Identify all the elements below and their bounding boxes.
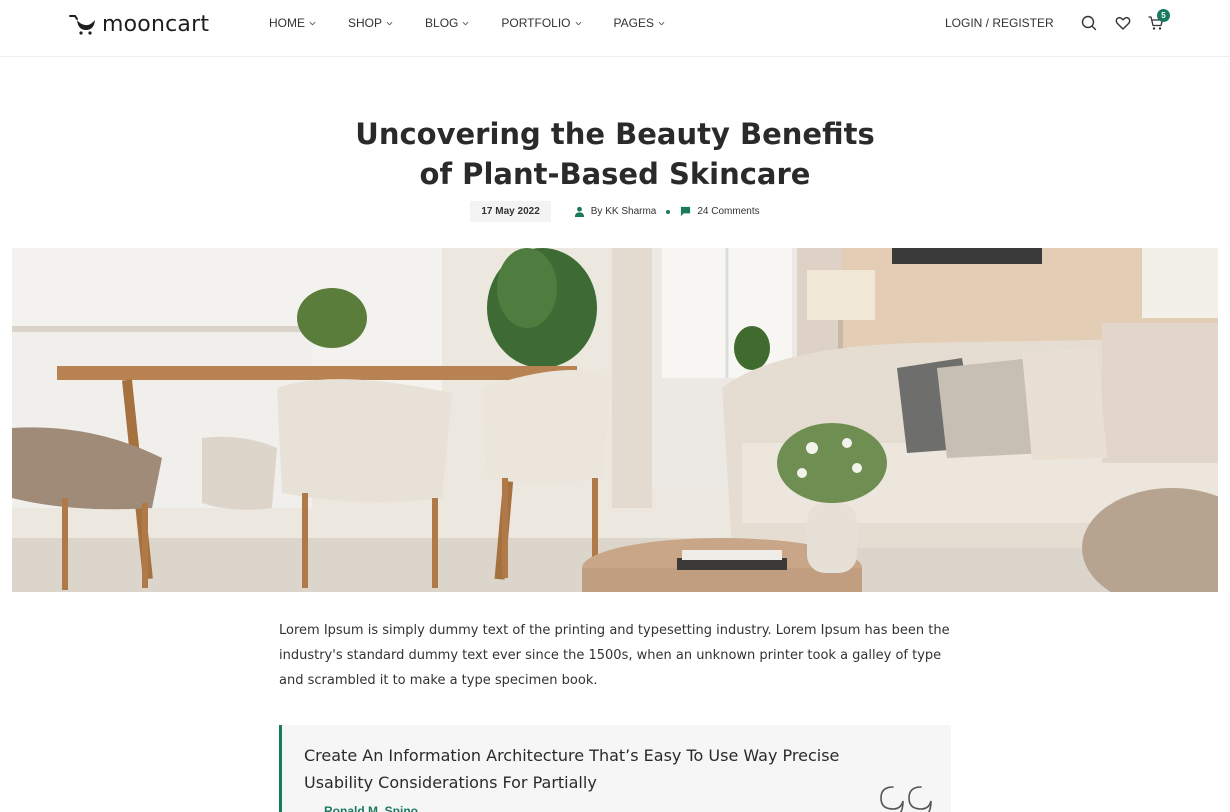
chevron-down-icon <box>386 21 393 25</box>
nav-label: BLOG <box>425 16 459 30</box>
nav-label: PORTFOLIO <box>501 16 571 30</box>
article-meta: 17 May 2022 By KK Sharma 24 Comments <box>0 201 1230 222</box>
search-icon[interactable] <box>1080 14 1098 32</box>
cart-logo-icon <box>69 15 95 35</box>
chevron-down-icon <box>575 21 581 25</box>
article-paragraph: Lorem Ipsum is simply dummy text of the … <box>279 623 950 688</box>
nav-label: SHOP <box>348 16 383 30</box>
cart-count-badge: 5 <box>1157 9 1170 22</box>
nav-home[interactable]: HOME <box>269 16 316 30</box>
title-line-1: Uncovering the Beauty Benefits <box>355 117 875 151</box>
comments-link[interactable]: 24 Comments <box>697 206 759 217</box>
heart-icon[interactable] <box>1114 14 1132 32</box>
quote-author: Ronald M. Spino <box>324 804 418 812</box>
title-line-2: of Plant-Based Skincare <box>419 157 811 191</box>
logo-text: mooncart <box>102 11 210 37</box>
nav-portfolio[interactable]: PORTFOLIO <box>501 16 581 30</box>
date-badge: 17 May 2022 <box>470 201 551 222</box>
article-title: Uncovering the Beauty Benefits of Plant-… <box>0 114 1230 194</box>
login-register-link[interactable]: LOGIN / REGISTER <box>945 16 1054 30</box>
chevron-down-icon <box>658 21 665 25</box>
nav-label: HOME <box>269 16 305 30</box>
chevron-down-icon <box>309 21 316 25</box>
comment-icon <box>681 206 691 217</box>
chevron-down-icon <box>462 21 469 25</box>
separator-dot <box>666 209 671 214</box>
user-icon <box>574 206 584 217</box>
nav-blog[interactable]: BLOG <box>425 16 469 30</box>
quote-mark-icon <box>880 786 932 812</box>
site-header: mooncart HOME SHOP BLOG PORTFOLIO PAGES … <box>0 0 1230 57</box>
nav-shop[interactable]: SHOP <box>348 16 393 30</box>
logo[interactable]: mooncart <box>68 9 209 39</box>
quote-text: Create An Information Architecture That’… <box>304 746 840 792</box>
nav-label: PAGES <box>613 16 654 30</box>
hero-image <box>12 248 1218 592</box>
nav-pages[interactable]: PAGES <box>614 16 665 30</box>
author-link[interactable]: By KK Sharma <box>591 206 657 217</box>
main-nav: HOME SHOP BLOG PORTFOLIO PAGES <box>269 16 697 30</box>
living-room-illustration <box>12 248 1218 592</box>
blockquote: Create An Information Architecture That’… <box>279 725 951 812</box>
